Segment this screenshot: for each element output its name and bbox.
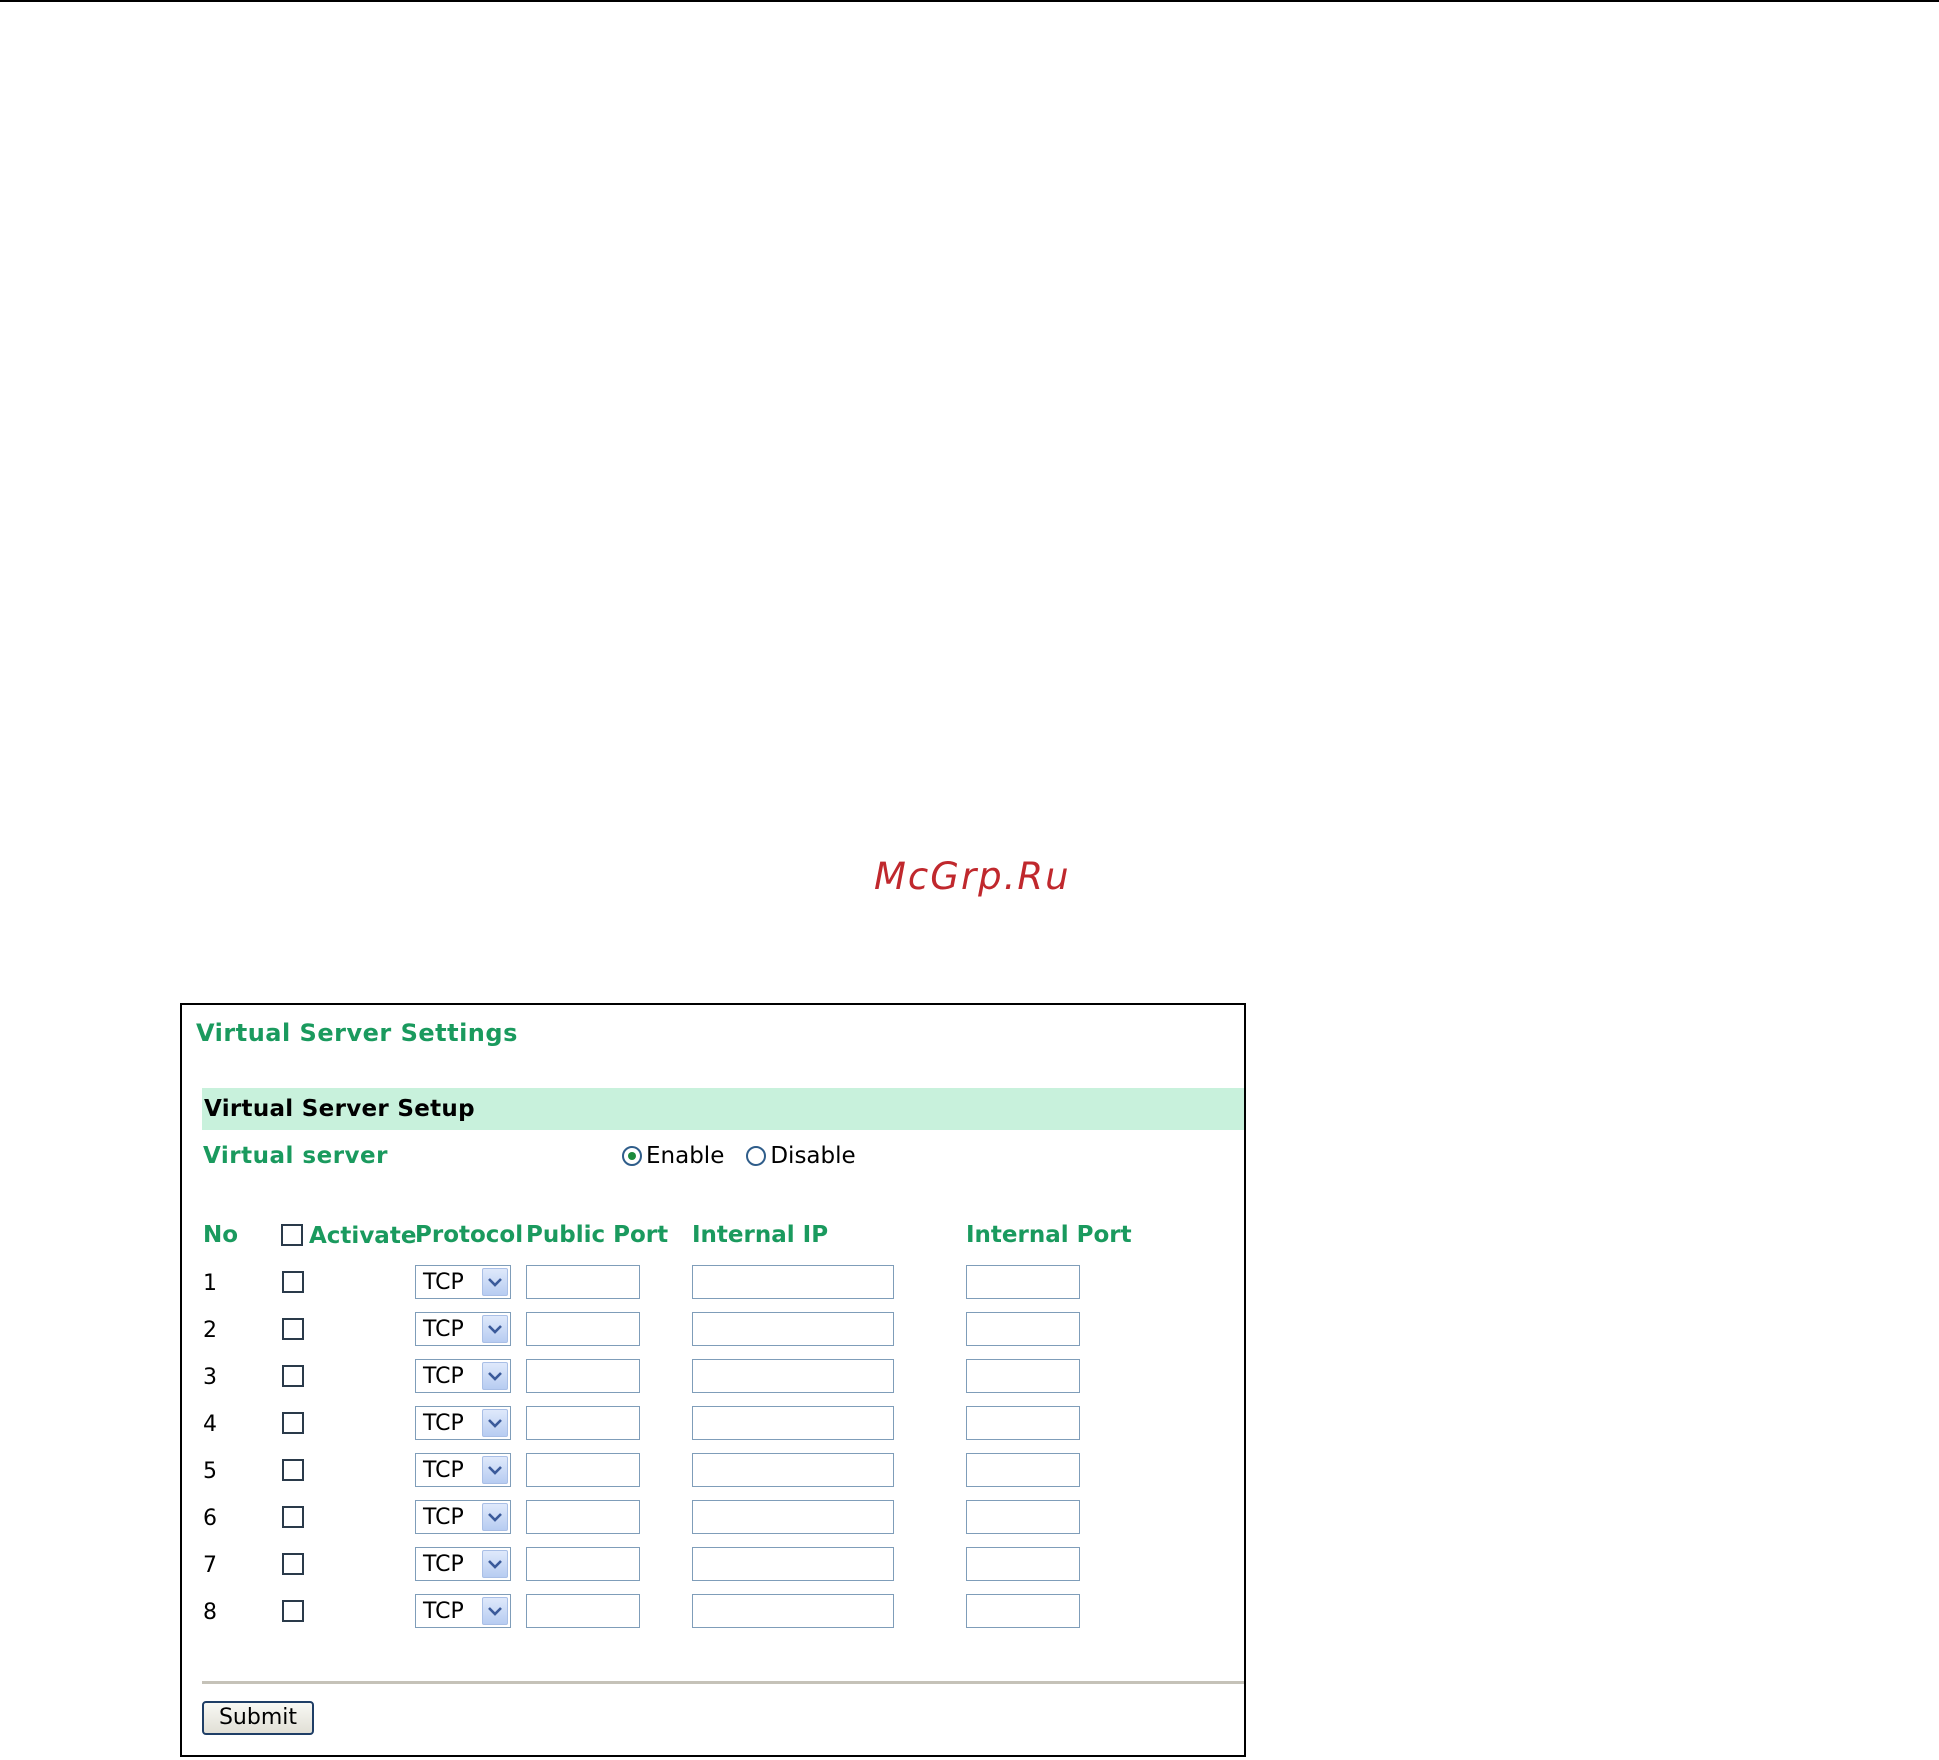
chevron-down-icon[interactable] (482, 1456, 508, 1484)
row-number: 4 (203, 1412, 217, 1437)
disable-radio[interactable] (746, 1146, 767, 1166)
header-internal-port: Internal Port (966, 1222, 1132, 1248)
public-port-input[interactable] (526, 1359, 640, 1393)
activate-checkbox[interactable] (282, 1271, 304, 1293)
chevron-down-icon[interactable] (482, 1409, 508, 1437)
protocol-select-value: TCP (423, 1552, 464, 1577)
public-port-input[interactable] (526, 1312, 640, 1346)
top-rule (0, 0, 1939, 2)
protocol-select[interactable]: TCP (415, 1359, 511, 1393)
table-row: 3 TCP (182, 1359, 1248, 1405)
chevron-down-icon[interactable] (482, 1550, 508, 1578)
table-row: 6 TCP (182, 1500, 1248, 1546)
protocol-select[interactable]: TCP (415, 1453, 511, 1487)
row-number: 5 (203, 1459, 217, 1484)
header-public-port: Public Port (526, 1222, 669, 1248)
table-row: 8 TCP (182, 1594, 1248, 1640)
header-internal-ip: Internal IP (692, 1222, 829, 1248)
enable-radio-label: Enable (646, 1143, 725, 1169)
internal-ip-input[interactable] (692, 1406, 894, 1440)
protocol-select-value: TCP (423, 1458, 464, 1483)
internal-port-input[interactable] (966, 1406, 1080, 1440)
public-port-input[interactable] (526, 1406, 640, 1440)
protocol-select[interactable]: TCP (415, 1547, 511, 1581)
virtual-server-mode-group: Enable Disable (622, 1143, 878, 1169)
internal-ip-input[interactable] (692, 1547, 894, 1581)
protocol-select-value: TCP (423, 1364, 464, 1389)
header-activate: Activate (309, 1223, 417, 1249)
internal-ip-input[interactable] (692, 1453, 894, 1487)
row-number: 1 (203, 1271, 217, 1296)
setup-section-header: Virtual Server Setup (202, 1088, 1244, 1130)
table-row: 1 TCP (182, 1265, 1248, 1311)
activate-checkbox[interactable] (282, 1365, 304, 1387)
row-number: 3 (203, 1365, 217, 1390)
chevron-down-icon[interactable] (482, 1597, 508, 1625)
table-row: 2 TCP (182, 1312, 1248, 1358)
protocol-select-value: TCP (423, 1599, 464, 1624)
enable-radio[interactable] (622, 1146, 642, 1166)
row-number: 6 (203, 1506, 217, 1531)
public-port-input[interactable] (526, 1453, 640, 1487)
internal-ip-input[interactable] (692, 1500, 894, 1534)
setup-section-title: Virtual Server Setup (204, 1096, 475, 1122)
protocol-select[interactable]: TCP (415, 1594, 511, 1628)
public-port-input[interactable] (526, 1265, 640, 1299)
disable-radio-label: Disable (770, 1143, 856, 1169)
public-port-input[interactable] (526, 1547, 640, 1581)
chevron-down-icon[interactable] (482, 1315, 508, 1343)
virtual-server-label: Virtual server (203, 1143, 388, 1169)
internal-ip-input[interactable] (692, 1359, 894, 1393)
internal-port-input[interactable] (966, 1594, 1080, 1628)
activate-checkbox[interactable] (282, 1318, 304, 1340)
public-port-input[interactable] (526, 1594, 640, 1628)
chevron-down-icon[interactable] (482, 1503, 508, 1531)
protocol-select[interactable]: TCP (415, 1500, 511, 1534)
activate-checkbox[interactable] (282, 1600, 304, 1622)
table-row: 7 TCP (182, 1547, 1248, 1593)
header-protocol: Protocol (415, 1222, 524, 1248)
protocol-select[interactable]: TCP (415, 1265, 511, 1299)
public-port-input[interactable] (526, 1500, 640, 1534)
protocol-select[interactable]: TCP (415, 1406, 511, 1440)
row-number: 7 (203, 1553, 217, 1578)
table-row: 5 TCP (182, 1453, 1248, 1499)
activate-checkbox[interactable] (282, 1412, 304, 1434)
protocol-select-value: TCP (423, 1270, 464, 1295)
internal-port-input[interactable] (966, 1359, 1080, 1393)
internal-ip-input[interactable] (692, 1265, 894, 1299)
activate-all-checkbox[interactable] (281, 1224, 303, 1246)
chevron-down-icon[interactable] (482, 1362, 508, 1390)
watermark-text: McGrp.Ru (874, 855, 1071, 898)
chevron-down-icon[interactable] (482, 1268, 508, 1296)
internal-ip-input[interactable] (692, 1312, 894, 1346)
internal-port-input[interactable] (966, 1500, 1080, 1534)
table-row: 4 TCP (182, 1406, 1248, 1452)
page-title: Virtual Server Settings (196, 1019, 518, 1047)
internal-port-input[interactable] (966, 1547, 1080, 1581)
row-number: 2 (203, 1318, 217, 1343)
internal-ip-input[interactable] (692, 1594, 894, 1628)
protocol-select[interactable]: TCP (415, 1312, 511, 1346)
internal-port-input[interactable] (966, 1453, 1080, 1487)
divider (202, 1681, 1244, 1684)
activate-checkbox[interactable] (282, 1459, 304, 1481)
internal-port-input[interactable] (966, 1265, 1080, 1299)
protocol-select-value: TCP (423, 1411, 464, 1436)
activate-checkbox[interactable] (282, 1553, 304, 1575)
internal-port-input[interactable] (966, 1312, 1080, 1346)
protocol-select-value: TCP (423, 1505, 464, 1530)
submit-button[interactable]: Submit (202, 1701, 314, 1735)
protocol-select-value: TCP (423, 1317, 464, 1342)
header-no: No (203, 1222, 239, 1248)
row-number: 8 (203, 1600, 217, 1625)
activate-checkbox[interactable] (282, 1506, 304, 1528)
virtual-server-settings-panel: Virtual Server Settings Virtual Server S… (180, 1003, 1246, 1757)
